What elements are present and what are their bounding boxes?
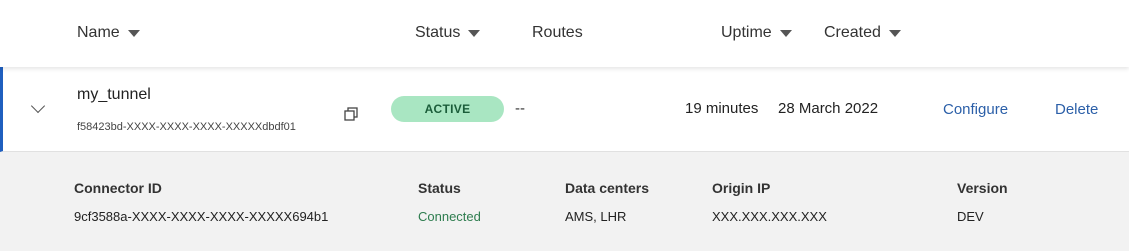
- data-centers-header: Data centers: [565, 180, 650, 196]
- tunnel-id: f58423bd-XXXX-XXXX-XXXX-XXXXXdbdf01: [77, 121, 296, 133]
- sort-caret-icon[interactable]: [468, 30, 481, 37]
- sort-caret-icon[interactable]: [127, 30, 140, 37]
- column-header-label: Status: [415, 24, 461, 41]
- uptime-value: 19 minutes: [685, 100, 759, 117]
- column-header-label: Created: [824, 24, 881, 41]
- column-header-created[interactable]: Created: [824, 24, 901, 42]
- connector-details: Connector ID Status Data centers Origin …: [0, 152, 1129, 251]
- version-value: DEV: [957, 209, 984, 224]
- sort-caret-icon[interactable]: [888, 30, 901, 37]
- column-header-routes: Routes: [532, 24, 583, 42]
- copy-icon[interactable]: [344, 107, 358, 121]
- connector-id-header: Connector ID: [74, 180, 162, 196]
- tunnel-name: my_tunnel: [77, 86, 151, 103]
- column-header-label: Routes: [532, 24, 583, 41]
- origin-ip-value: XXX.XXX.XXX.XXX: [712, 209, 827, 224]
- column-header-label: Uptime: [721, 24, 772, 41]
- table-header: Name Status Routes Uptime Created: [0, 0, 1129, 67]
- column-header-label: Name: [77, 24, 120, 41]
- connector-id-value: 9cf3588a-XXXX-XXXX-XXXX-XXXXX694b1: [74, 209, 329, 224]
- sort-caret-icon[interactable]: [779, 30, 792, 37]
- version-header: Version: [957, 180, 1008, 196]
- configure-link[interactable]: Configure: [943, 101, 1008, 118]
- connector-status-header: Status: [418, 180, 461, 196]
- delete-link[interactable]: Delete: [1055, 101, 1098, 118]
- tunnel-row[interactable]: my_tunnel f58423bd-XXXX-XXXX-XXXX-XXXXXd…: [0, 67, 1129, 152]
- connector-status-value: Connected: [418, 209, 481, 224]
- routes-value: --: [515, 100, 525, 117]
- column-header-status[interactable]: Status: [415, 24, 481, 42]
- created-value: 28 March 2022: [778, 100, 879, 117]
- column-header-name[interactable]: Name: [77, 24, 140, 42]
- status-badge: ACTIVE: [391, 96, 504, 122]
- origin-ip-header: Origin IP: [712, 180, 771, 196]
- chevron-down-icon[interactable]: [30, 98, 46, 114]
- column-header-uptime[interactable]: Uptime: [721, 24, 792, 42]
- data-centers-value: AMS, LHR: [565, 209, 627, 224]
